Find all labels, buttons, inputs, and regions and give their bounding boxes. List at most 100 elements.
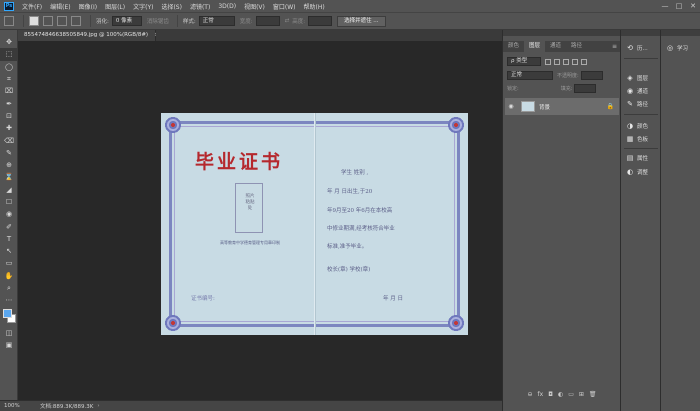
menu-edit[interactable]: 编辑(E) xyxy=(46,2,74,11)
feather-input[interactable]: 0 像素 xyxy=(111,16,142,26)
dock-history[interactable]: ⟲ 历... xyxy=(626,44,648,52)
layer-style-icon[interactable]: fx xyxy=(538,391,544,398)
certificate-image[interactable]: 毕业证书 照片粘贴处 高等教育中学德育管理专用章印制 证书编号: 学生 姓别 ,… xyxy=(161,113,468,335)
status-arrow-icon[interactable]: › xyxy=(97,403,99,409)
menu-3d[interactable]: 3D(D) xyxy=(214,3,240,10)
tab-paths[interactable]: 路径 xyxy=(566,41,587,52)
menu-layer[interactable]: 图层(L) xyxy=(101,2,129,11)
add-selection-icon[interactable] xyxy=(43,16,53,26)
visibility-eye-icon[interactable]: ◉ xyxy=(505,103,517,110)
tab-layers[interactable]: 图层 xyxy=(524,41,546,52)
eraser-tool-icon[interactable]: ⌛ xyxy=(0,171,18,183)
move-tool-icon[interactable]: ✥ xyxy=(0,36,18,48)
new-selection-icon[interactable] xyxy=(29,16,39,26)
blend-row: 正常 不透明度: xyxy=(507,71,603,80)
brush-tool-icon[interactable]: ⌫ xyxy=(0,134,18,146)
antialias-checkbox[interactable]: 消除锯齿 xyxy=(147,17,169,25)
more-tools-icon[interactable]: ⋯ xyxy=(0,294,18,306)
opacity-input[interactable] xyxy=(580,71,603,80)
intersect-selection-icon[interactable] xyxy=(71,16,81,26)
adjustment-layer-icon[interactable]: ◐ xyxy=(558,391,563,398)
menu-image[interactable]: 图像(I) xyxy=(75,2,101,11)
menu-filter[interactable]: 滤镜(T) xyxy=(186,2,214,11)
rectangle-tool-icon[interactable]: ▭ xyxy=(0,257,18,269)
status-bar: 100% 文档:889.3K/889.3K › xyxy=(0,400,502,411)
quick-mask-icon[interactable]: ◫ xyxy=(0,327,18,339)
layers-footer: ⊖ fx ◘ ◐ ▭ ⊞ 🗑 xyxy=(503,389,621,400)
dock-adjustments[interactable]: ◐ 调整 xyxy=(626,168,648,176)
layer-mask-icon[interactable]: ◘ xyxy=(548,391,553,398)
new-layer-icon[interactable]: ⊞ xyxy=(579,391,584,398)
path-select-tool-icon[interactable]: ↖ xyxy=(0,245,18,257)
fill-label: 填充: xyxy=(560,86,573,92)
menu-window[interactable]: 窗口(W) xyxy=(269,2,300,11)
zoom-level[interactable]: 100% xyxy=(0,403,40,409)
hand-tool-icon[interactable]: ✋ xyxy=(0,270,18,282)
minimize-button[interactable]: — xyxy=(658,2,672,10)
swap-icon[interactable]: ⇄ xyxy=(285,18,290,24)
menu-type[interactable]: 文字(Y) xyxy=(129,2,157,11)
eyedropper-tool-icon[interactable]: ✒ xyxy=(0,97,18,109)
width-label: 宽度: xyxy=(239,19,253,25)
window-controls: — □ ✕ xyxy=(658,2,700,10)
menu-bar: Ps 文件(F) 编辑(E) 图像(I) 图层(L) 文字(Y) 选择(S) 滤… xyxy=(0,0,700,12)
history-brush-tool-icon[interactable]: ⊕ xyxy=(0,159,18,171)
layer-row-background[interactable]: ◉ 背景 🔒 xyxy=(505,98,619,115)
maximize-button[interactable]: □ xyxy=(672,2,686,10)
document-tab[interactable]: 855474846638505849.jpg @ 100%(RGB/8#) × xyxy=(18,30,159,41)
height-input[interactable] xyxy=(308,16,333,26)
style-select[interactable]: 正常 xyxy=(198,16,235,26)
channels-icon: ◉ xyxy=(626,87,634,95)
divider xyxy=(90,15,91,27)
width-input[interactable] xyxy=(255,16,280,26)
corner-ornament xyxy=(448,117,464,133)
close-button[interactable]: ✕ xyxy=(686,2,700,10)
subtract-selection-icon[interactable] xyxy=(57,16,67,26)
link-layers-icon[interactable]: ⊖ xyxy=(527,391,532,398)
blur-tool-icon[interactable]: ☐ xyxy=(0,196,18,208)
blend-mode-select[interactable]: 正常 xyxy=(507,71,553,80)
filter-shape-icon[interactable] xyxy=(572,58,578,65)
filter-pixel-icon[interactable] xyxy=(545,58,551,65)
dock-properties[interactable]: ▤ 属性 xyxy=(626,154,648,162)
lasso-tool-icon[interactable]: ◯ xyxy=(0,61,18,73)
delete-layer-icon[interactable]: 🗑 xyxy=(589,391,597,398)
tab-color[interactable]: 颜色 xyxy=(503,41,524,52)
menu-file[interactable]: 文件(F) xyxy=(18,2,46,11)
panel-header xyxy=(503,30,621,36)
style-label: 样式: xyxy=(182,19,196,25)
select-and-mask-button[interactable]: 选择并遮住 ... xyxy=(337,15,386,27)
quick-select-tool-icon[interactable]: ⌗ xyxy=(0,73,18,85)
screen-mode-icon[interactable]: ▣ xyxy=(0,339,18,351)
fill-input[interactable] xyxy=(574,84,597,93)
zoom-tool-icon[interactable]: ⌕ xyxy=(0,282,18,294)
foreground-color-swatch[interactable] xyxy=(3,308,12,318)
pen-tool-icon[interactable]: ✐ xyxy=(0,220,18,232)
filter-type-icon[interactable] xyxy=(563,58,569,65)
dodge-tool-icon[interactable]: ◉ xyxy=(0,208,18,220)
marquee-preset-icon[interactable] xyxy=(4,16,14,26)
menu-select[interactable]: 选择(S) xyxy=(157,2,186,11)
menu-help[interactable]: 帮助(H) xyxy=(300,2,329,11)
dock-color[interactable]: ◑ 颜色 xyxy=(626,122,648,130)
filter-smart-icon[interactable] xyxy=(581,58,587,65)
tab-channels[interactable]: 通道 xyxy=(545,41,566,52)
healing-brush-tool-icon[interactable]: ✚ xyxy=(0,122,18,134)
crop-tool-icon[interactable]: ⌧ xyxy=(0,85,18,97)
dock-channels[interactable]: ◉ 通道 xyxy=(626,87,648,95)
clone-stamp-tool-icon[interactable]: ✎ xyxy=(0,147,18,159)
gradient-tool-icon[interactable]: ◢ xyxy=(0,184,18,196)
filter-kind-select[interactable]: ρ 类型 xyxy=(507,57,541,66)
dock-learn[interactable]: ◎ 学习 xyxy=(666,44,688,52)
layer-lock-icon: 🔒 xyxy=(606,103,614,110)
dock-layers[interactable]: ◈ 图层 xyxy=(626,74,648,82)
dock-label: 色板 xyxy=(637,137,649,143)
type-tool-icon[interactable]: T xyxy=(0,233,18,245)
dock-paths[interactable]: ✎ 路径 xyxy=(626,100,648,108)
new-group-icon[interactable]: ▭ xyxy=(568,391,574,398)
rectangular-marquee-tool-icon[interactable]: ⬚ xyxy=(0,48,18,61)
filter-adjust-icon[interactable] xyxy=(554,58,560,65)
menu-view[interactable]: 视图(V) xyxy=(240,2,269,11)
frame-tool-icon[interactable]: ⊡ xyxy=(0,110,18,122)
dock-swatches[interactable]: ▦ 色板 xyxy=(626,135,648,143)
